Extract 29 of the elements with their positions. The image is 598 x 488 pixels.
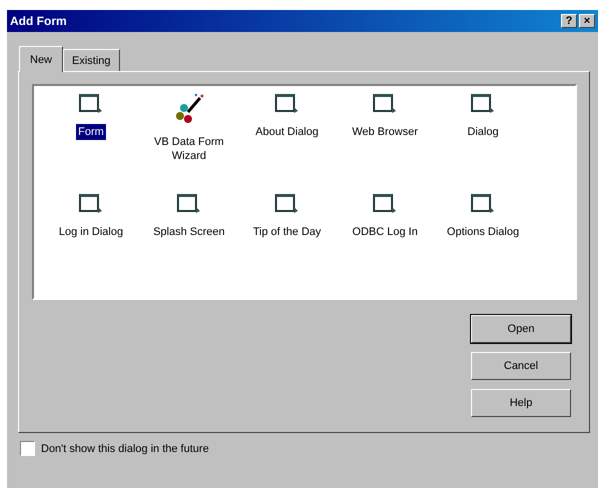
title-bar-button[interactable]: × xyxy=(579,14,595,28)
checkbox[interactable] xyxy=(20,441,35,456)
window-icon xyxy=(78,192,104,216)
tab[interactable]: Existing xyxy=(63,49,120,71)
dialog-button[interactable]: Open xyxy=(471,315,571,343)
window-icon xyxy=(274,192,300,216)
dialog-button[interactable]: Cancel xyxy=(471,352,571,380)
template-item[interactable]: About Dialog xyxy=(254,124,320,140)
template-item[interactable]: Form xyxy=(76,124,106,140)
window-icon xyxy=(274,92,300,116)
window-icon xyxy=(470,92,496,116)
window-title: Add Form xyxy=(10,14,68,28)
template-item[interactable]: Tip of the Day xyxy=(250,224,324,240)
dialog-button[interactable]: Help xyxy=(471,389,571,417)
template-item[interactable]: Options Dialog xyxy=(444,224,522,240)
window-icon xyxy=(372,92,398,116)
title-bar-button[interactable]: ? xyxy=(561,14,577,28)
template-item[interactable]: Dialog xyxy=(465,124,501,140)
template-item[interactable]: Splash Screen xyxy=(151,224,227,240)
template-item[interactable]: Log in Dialog xyxy=(56,224,126,240)
checkbox-label: Don't show this dialog in the future xyxy=(41,442,209,454)
template-item[interactable]: VB Data Form Wizard xyxy=(141,134,237,164)
window-icon xyxy=(78,92,104,116)
window-icon xyxy=(176,192,202,216)
window-icon xyxy=(372,192,398,216)
tab[interactable]: New xyxy=(19,46,64,72)
template-item[interactable]: ODBC Log In xyxy=(350,224,420,240)
template-item[interactable]: Web Browser xyxy=(350,124,420,140)
window-icon xyxy=(470,192,496,216)
